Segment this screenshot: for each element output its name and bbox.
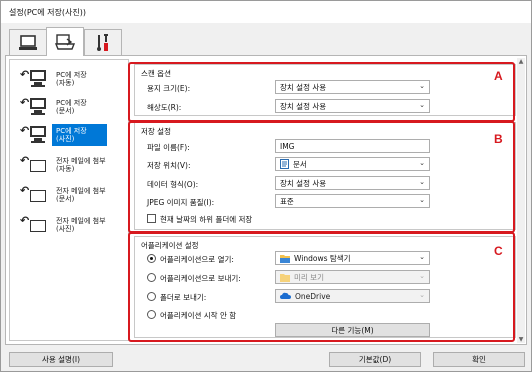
sidebar-item-label: PC에 저장: [56, 127, 87, 135]
sidebar-item-sublabel: (사진): [56, 135, 75, 143]
callout-letter-a: A: [494, 69, 503, 83]
settings-window: 설정(PC에 저장(사진)) ↶ PC에 저장 (자동) ↶ PC에 저장 (문…: [0, 0, 532, 372]
ok-button[interactable]: 확인: [433, 352, 525, 367]
sidebar-item-sublabel: (자동): [56, 79, 75, 87]
vertical-scrollbar[interactable]: ▲ ▼: [517, 58, 525, 343]
callout-box-c: [128, 232, 515, 342]
sidebar-item-label: 전자 메일에 첨부: [56, 187, 106, 195]
sidebar-item-save-to-pc-document[interactable]: ↶ PC에 저장 (문서): [12, 94, 126, 120]
sidebar-item-sublabel: (문서): [56, 195, 75, 203]
tab-scan-from-operation-panel[interactable]: [46, 27, 84, 56]
sidebar-item-attach-email-document[interactable]: ↶ 전자 메일에 첨부 (문서): [12, 182, 126, 208]
scroll-up-icon[interactable]: ▲: [517, 58, 525, 65]
attach-email-icon: ↶: [20, 214, 50, 236]
callout-letter-c: C: [494, 244, 503, 258]
attach-email-icon: ↶: [20, 154, 50, 176]
callout-box-b: [128, 121, 515, 233]
save-to-pc-icon: ↶: [20, 96, 50, 118]
tools-icon: [97, 33, 108, 51]
sidebar-item-attach-email-photo[interactable]: ↶ 전자 메일에 첨부 (사진): [12, 212, 126, 238]
sidebar-item-label: 전자 메일에 첨부: [56, 157, 106, 165]
scanner-icon: [55, 34, 75, 50]
sidebar-item-sublabel: (사진): [56, 225, 75, 233]
tab-general-settings[interactable]: [84, 29, 122, 55]
attach-email-icon: ↶: [20, 184, 50, 206]
instructions-button[interactable]: 사용 설명(I): [9, 352, 113, 367]
sidebar-item-label: 전자 메일에 첨부: [56, 217, 106, 225]
callout-letter-b: B: [494, 132, 503, 146]
sidebar-item-attach-email-auto[interactable]: ↶ 전자 메일에 첨부 (자동): [12, 152, 126, 178]
tab-scan-from-computer[interactable]: [9, 29, 47, 55]
window-title: 설정(PC에 저장(사진)): [1, 1, 531, 23]
callout-box-a: [128, 62, 515, 122]
sidebar-item-label: PC에 저장: [56, 99, 87, 107]
computer-icon: [19, 34, 37, 50]
sidebar-item-label: PC에 저장: [56, 71, 87, 79]
sidebar-item-sublabel: (문서): [56, 107, 75, 115]
save-to-pc-icon: ↶: [20, 124, 50, 146]
sidebar-item-save-to-pc-auto[interactable]: ↶ PC에 저장 (자동): [12, 66, 126, 92]
sidebar: ↶ PC에 저장 (자동) ↶ PC에 저장 (문서) ↶ PC에 저장 (사진…: [9, 59, 129, 341]
save-to-pc-icon: ↶: [20, 68, 50, 90]
scroll-down-icon[interactable]: ▼: [517, 336, 525, 343]
sidebar-item-save-to-pc-photo[interactable]: ↶ PC에 저장 (사진): [12, 122, 126, 148]
defaults-button[interactable]: 기본값(D): [329, 352, 421, 367]
sidebar-item-sublabel: (자동): [56, 165, 75, 173]
